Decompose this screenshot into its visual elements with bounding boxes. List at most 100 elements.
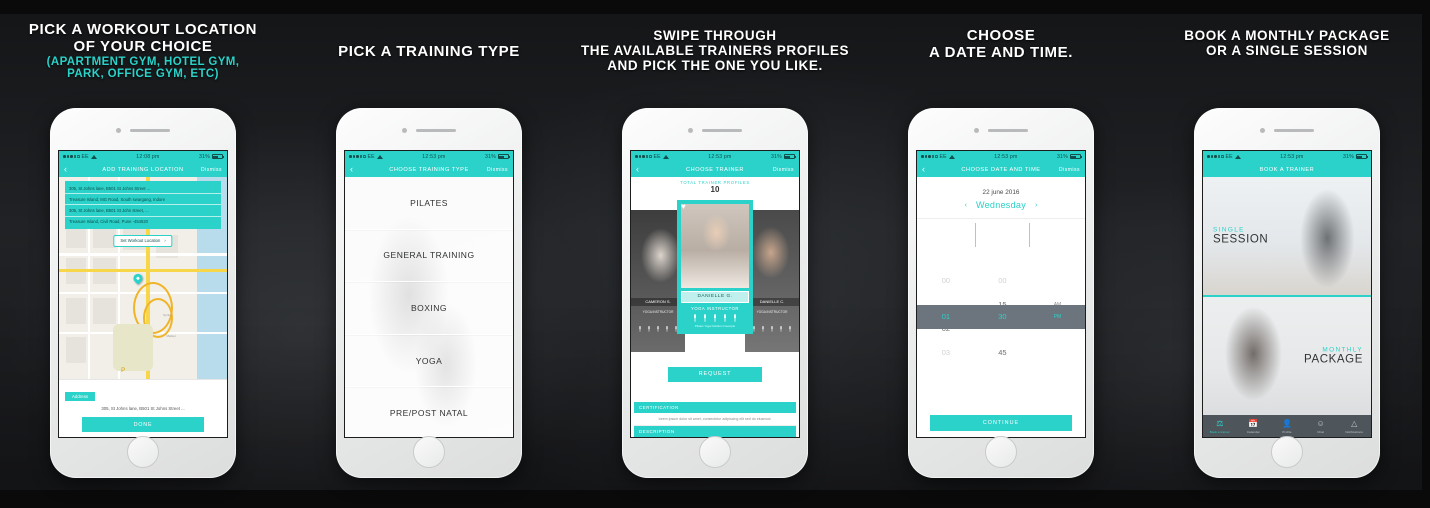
- home-button[interactable]: [413, 436, 445, 468]
- earpiece-grille: [988, 129, 1028, 132]
- continue-button[interactable]: CONTINUE: [930, 415, 1072, 431]
- set-location-label: Set Workout Location: [120, 238, 161, 244]
- address-suggestion-list[interactable]: 305, St Johns lane, B501 St Johns Street…: [65, 181, 221, 229]
- hour-option[interactable]: 00: [942, 269, 950, 293]
- signal-dots-icon: [921, 155, 938, 158]
- caption-line: PICK A TRAINING TYPE: [338, 43, 520, 60]
- hour-option[interactable]: 02: [942, 317, 950, 341]
- phone-screen: EE 12:53 pm 31% ‹ CHOOSE TRAINING TYPE D…: [344, 150, 514, 438]
- request-button[interactable]: REQUEST: [667, 366, 763, 382]
- suggestion-item[interactable]: 305, St Johns lane, B501 St Johns Street…: [65, 183, 221, 195]
- phone-mockup: EE 12:08 pm 31% ‹ ADD TRAINING LOCATION …: [50, 108, 236, 478]
- address-tag: Address: [65, 392, 96, 401]
- training-type-item[interactable]: PRE/POST NATAL: [345, 387, 513, 437]
- phone-speaker: [402, 128, 456, 133]
- status-bar-time: 12:53 pm: [1280, 153, 1304, 160]
- minute-option[interactable]: 45: [998, 341, 1006, 365]
- tab-book-a-trainer[interactable]: ⚖ Book a trainer: [1203, 420, 1237, 434]
- tab-label: Chat: [1317, 429, 1324, 434]
- meridiem-option[interactable]: AM: [1054, 293, 1062, 317]
- dismiss-button[interactable]: Dismiss: [773, 167, 794, 173]
- meridiem-wheel[interactable]: AM PM: [1030, 219, 1085, 415]
- suggestion-item[interactable]: Treasure Island, MG Road, South swargang…: [65, 194, 221, 206]
- minute-wheel[interactable]: 00 15 30 45: [974, 219, 1030, 415]
- bell-icon: △: [1351, 419, 1358, 429]
- battery-icon: [1355, 154, 1368, 159]
- tab-profile[interactable]: 👤 Profile: [1270, 420, 1304, 434]
- tab-chat[interactable]: ☺ Chat: [1304, 420, 1338, 434]
- caption-line: THE AVAILABLE TRAINERS PROFILES: [580, 43, 850, 59]
- carrier-label: EE: [939, 153, 947, 160]
- minute-option[interactable]: 00: [998, 269, 1006, 293]
- home-button[interactable]: [699, 436, 731, 468]
- front-camera-icon: [1260, 128, 1265, 133]
- suggestion-item[interactable]: Treasure Island, Civil Road, Pune -45452…: [65, 217, 221, 227]
- next-day-icon[interactable]: ›: [1035, 202, 1037, 209]
- calendar-icon: 📅: [1248, 419, 1259, 429]
- status-bar-time: 12:53 pm: [708, 153, 732, 160]
- dismiss-button[interactable]: Dismiss: [1059, 167, 1080, 173]
- trainer-card-next[interactable]: DANIELLE C. YOGA INSTRUCTOR: [745, 209, 799, 352]
- phone-screen: EE 12:53 pm 31% BOOK A TRAINER SINGLE SE…: [1202, 150, 1372, 438]
- training-type-item[interactable]: GENERAL TRAINING: [345, 230, 513, 283]
- carrier-label: EE: [81, 153, 89, 160]
- earpiece-grille: [416, 129, 456, 132]
- tab-label: Book a trainer: [1209, 429, 1230, 434]
- trainer-card-active[interactable]: ♥ DANIELLE G. YOGA INSTRUCTOR Pilates Yo…: [677, 199, 753, 334]
- person-icon: 👤: [1282, 419, 1292, 429]
- trainer-name: DANIELLE C.: [745, 297, 799, 306]
- status-bar-right: 31%: [1343, 154, 1368, 160]
- trainer-role: YOGA INSTRUCTOR: [756, 309, 788, 314]
- earpiece-grille: [702, 129, 742, 132]
- label-bottom: SESSION: [1213, 233, 1269, 246]
- wheel-divider: [974, 223, 976, 247]
- location-pin-icon: [131, 271, 145, 285]
- dismiss-button[interactable]: Dismiss: [201, 167, 222, 173]
- training-type-item[interactable]: PILATES: [345, 177, 513, 230]
- home-button[interactable]: [1271, 436, 1303, 468]
- trainer-name: DANIELLE G.: [681, 290, 749, 303]
- trainer-carousel[interactable]: CAMERON S. YOGA INSTRUCTOR DANIELLE C. Y…: [631, 196, 799, 361]
- nav-bar: ‹ ADD TRAINING LOCATION Dismiss: [59, 162, 227, 177]
- package-options: SINGLE SESSION MONTHLY PACKAGE ⚖ Book a …: [1203, 177, 1371, 437]
- tab-calendar[interactable]: 📅 Calendar: [1237, 420, 1271, 434]
- suggestion-item[interactable]: 305, St Johns lane, B501 St John street,…: [65, 205, 221, 217]
- signal-dots-icon: [635, 155, 652, 158]
- phone-speaker: [116, 128, 170, 133]
- accordion-certification-header[interactable]: CERTIFICATION: [634, 402, 796, 413]
- accordion-body: lorem ipsum dolor sit amet, consectetur …: [634, 413, 796, 426]
- earpiece-grille: [1274, 129, 1314, 132]
- phone-speaker: [1260, 128, 1314, 133]
- hour-wheel[interactable]: 00 01 02 03: [917, 219, 975, 415]
- set-workout-location-button[interactable]: Set Workout Location ›: [113, 235, 173, 247]
- phone-speaker: [974, 128, 1028, 133]
- done-button[interactable]: DONE: [82, 417, 204, 432]
- training-type-list: PILATES GENERAL TRAINING BOXING YOGA PRE…: [345, 177, 513, 437]
- chat-icon: ☺: [1316, 419, 1325, 429]
- label-top: SINGLE: [1213, 226, 1245, 234]
- phone-screen: EE 12:53 pm 31% ‹ CHOOSE DATE AND TIME D…: [916, 150, 1086, 438]
- address-panel: Address 305, St Johns lane, B501 St John…: [59, 379, 227, 437]
- caption-subline: (APARTMENT GYM, HOTEL GYM,: [46, 55, 240, 68]
- tab-notifications[interactable]: △ Notifications: [1337, 420, 1371, 434]
- training-type-item[interactable]: YOGA: [345, 335, 513, 388]
- home-button[interactable]: [127, 436, 159, 468]
- single-session-card[interactable]: SINGLE SESSION: [1203, 177, 1371, 295]
- minute-option[interactable]: 15: [998, 293, 1006, 317]
- home-button[interactable]: [985, 436, 1017, 468]
- favorite-heart-icon[interactable]: ♥: [681, 202, 686, 211]
- nav-title: BOOK A TRAINER: [1259, 166, 1315, 173]
- hour-option[interactable]: 03: [942, 341, 950, 365]
- app-flow-showcase: PICK A WORKOUT LOCATION OF YOUR CHOICE (…: [0, 0, 1430, 508]
- monthly-package-card[interactable]: MONTHLY PACKAGE: [1203, 295, 1371, 415]
- single-session-label: SINGLE SESSION: [1213, 226, 1268, 245]
- previous-day-icon[interactable]: ‹: [965, 202, 967, 209]
- date-time-picker: 22 june 2016 ‹ Wednesday › 00 01 02: [917, 177, 1085, 437]
- caption-date-time: CHOOSE A DATE AND TIME.: [858, 27, 1144, 62]
- carrier-label: EE: [653, 153, 661, 160]
- dismiss-button[interactable]: Dismiss: [487, 167, 508, 173]
- training-type-item[interactable]: BOXING: [345, 282, 513, 335]
- front-camera-icon: [402, 128, 407, 133]
- carrier-label: EE: [367, 153, 375, 160]
- status-bar-right: 31%: [771, 154, 796, 160]
